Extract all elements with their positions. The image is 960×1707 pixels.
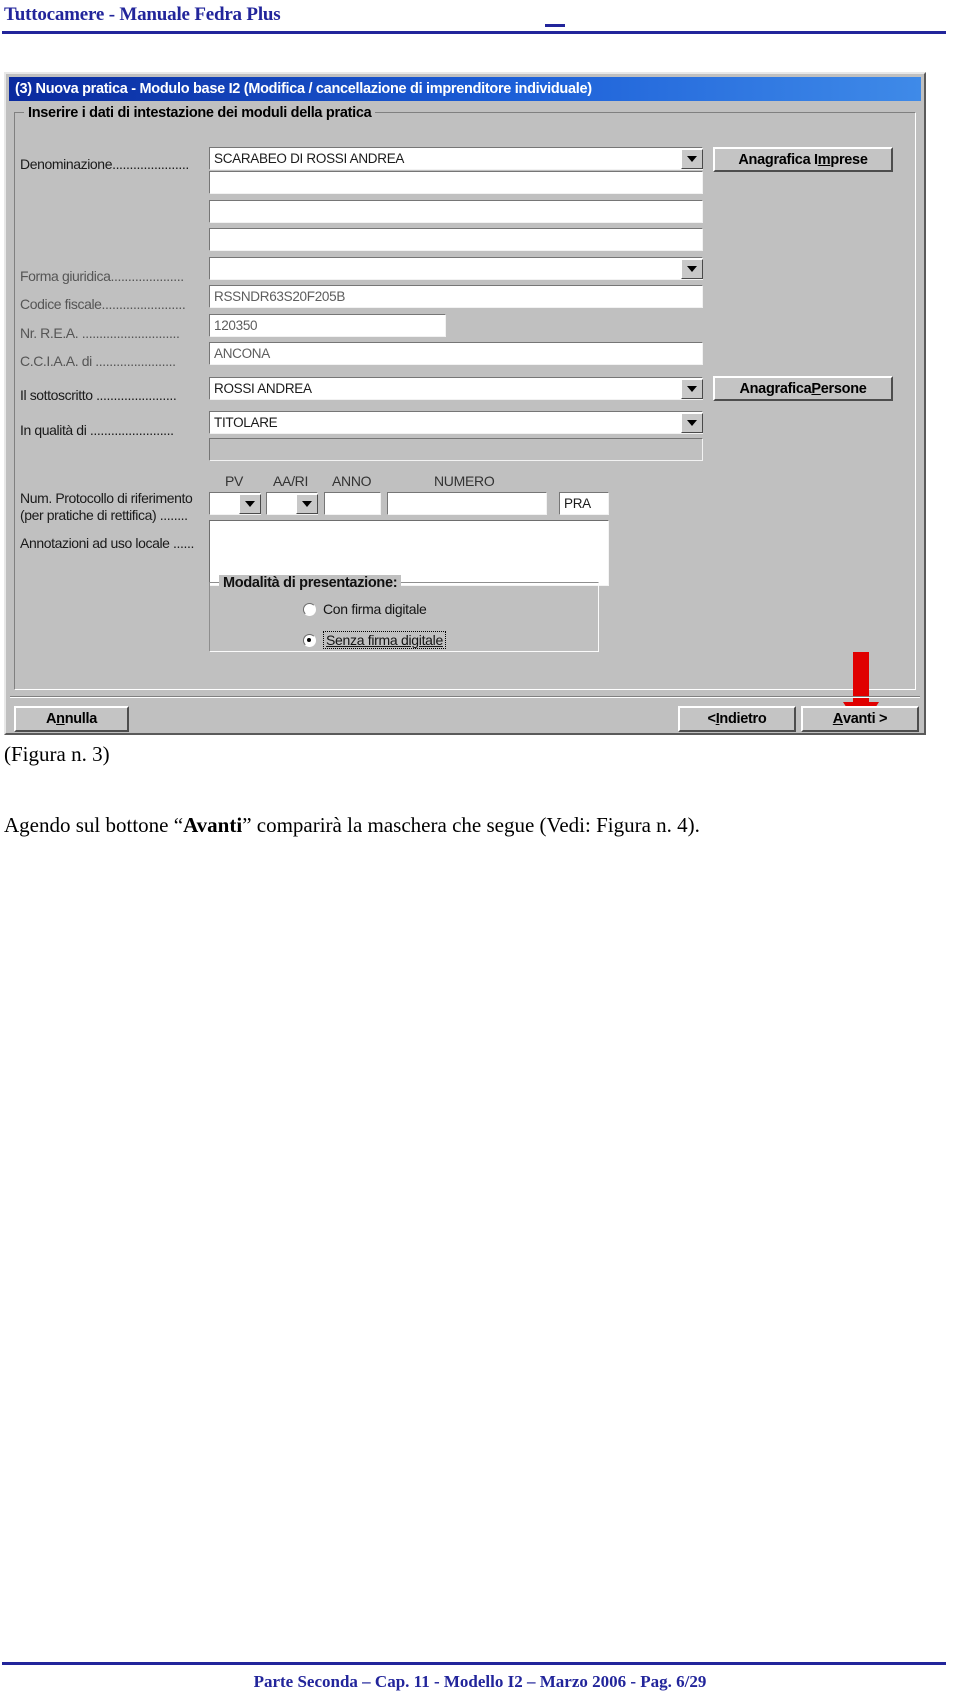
- input-protocollo-anno[interactable]: [324, 492, 381, 515]
- input-codice-fiscale[interactable]: RSSNDR63S20F205B: [209, 285, 703, 308]
- header-divider: [2, 31, 946, 34]
- label-nr-rea: Nr. R.E.A. ............................: [20, 325, 180, 341]
- label-protocollo-line2: (per pratiche di rettifica) ........: [20, 507, 188, 523]
- colhead-pv: PV: [225, 473, 244, 489]
- avanti-button[interactable]: Avanti >: [801, 706, 919, 732]
- label-protocollo-line1: Num. Protocollo di riferimento: [20, 490, 193, 506]
- body-paragraph: Agendo sul bottone “Avanti” comparirà la…: [4, 810, 940, 840]
- indietro-label-post: ndietro: [719, 711, 767, 727]
- indietro-label-pre: <: [707, 711, 716, 727]
- input-protocollo-numero[interactable]: [387, 492, 547, 515]
- avanti-accelerator: A: [832, 711, 843, 727]
- chevron-down-icon-denominazione[interactable]: [681, 149, 703, 169]
- radio-icon-senza-firma-digitale[interactable]: [303, 633, 316, 647]
- dialog-footer-divider: [10, 696, 920, 698]
- label-annotazioni: Annotazioni ad uso locale ......: [20, 535, 194, 551]
- body-paragraph-post: ” comparirà la maschera che segue (Vedi:…: [242, 813, 700, 837]
- label-sottoscritto: Il sottoscritto .......................: [20, 387, 177, 403]
- indietro-button[interactable]: < Indietro: [678, 706, 796, 732]
- chevron-down-icon-sottoscritto[interactable]: [681, 379, 703, 399]
- chevron-down-icon-aari[interactable]: [296, 494, 318, 514]
- annulla-label-pre: A: [45, 711, 57, 727]
- chevron-down-icon-qualita[interactable]: [681, 413, 703, 433]
- anagrafica-imprese-label-pre: Anagrafica I: [738, 151, 818, 168]
- radio-option-con-firma-digitale[interactable]: Con firma digitale: [303, 601, 427, 617]
- colhead-numero: NUMERO: [434, 473, 495, 489]
- fedra-dialog-window: (3) Nuova pratica - Modulo base I2 (Modi…: [4, 72, 926, 735]
- input-denominazione-line4[interactable]: [209, 228, 703, 251]
- footer-divider: [2, 1662, 946, 1665]
- intestazione-groupbox-label: Inserire i dati di intestazione dei modu…: [24, 105, 376, 121]
- input-denominazione[interactable]: SCARABEO DI ROSSI ANDREA: [209, 147, 703, 170]
- page-header: Tuttocamere - Manuale Fedra Plus: [0, 4, 960, 38]
- label-forma-giuridica: Forma giuridica.....................: [20, 268, 184, 284]
- body-paragraph-pre: Agendo sul bottone “: [4, 813, 184, 837]
- annulla-button[interactable]: An nulla: [14, 706, 129, 732]
- radio-label-con-firma-digitale: Con firma digitale: [323, 601, 427, 617]
- annulla-label-post: nulla: [64, 711, 98, 727]
- modalita-presentazione-legend: Modalità di presentazione:: [219, 575, 402, 591]
- anagrafica-persone-button[interactable]: Anagrafica Persone: [713, 376, 893, 401]
- figure-caption: (Figura n. 3): [4, 742, 110, 766]
- radio-option-senza-firma-digitale[interactable]: Senza firma digitale: [303, 631, 446, 649]
- chevron-down-icon-pv[interactable]: [239, 494, 261, 514]
- input-forma-giuridica[interactable]: [209, 257, 703, 280]
- label-denominazione: Denominazione......................: [20, 156, 189, 172]
- input-sottoscritto[interactable]: ROSSI ANDREA: [209, 377, 703, 400]
- input-qualita-line2[interactable]: [209, 438, 703, 461]
- header-tick-mark: [545, 24, 565, 27]
- input-qualita[interactable]: TITOLARE: [209, 411, 703, 434]
- colhead-aari: AA/RI: [273, 473, 309, 489]
- annulla-accelerator: n: [56, 711, 65, 727]
- input-cciaa[interactable]: ANCONA: [209, 342, 703, 365]
- colhead-anno: ANNO: [332, 473, 372, 489]
- label-codice-fiscale: Codice fiscale........................: [20, 296, 186, 312]
- anagrafica-persone-accelerator: P: [811, 380, 821, 397]
- page-footer-text: Parte Seconda – Cap. 11 - Modello I2 – M…: [253, 1672, 707, 1691]
- input-nr-rea[interactable]: 120350: [209, 314, 446, 337]
- input-denominazione-line3[interactable]: [209, 200, 703, 223]
- label-qualita: In qualità di ........................: [20, 422, 174, 438]
- anagrafica-imprese-label-post: prese: [830, 151, 868, 168]
- input-denominazione-line2[interactable]: [209, 171, 703, 194]
- chevron-down-icon-forma-giuridica[interactable]: [681, 259, 703, 279]
- input-protocollo-pra[interactable]: PRA: [559, 492, 609, 515]
- anagrafica-imprese-accelerator: m: [817, 151, 831, 168]
- radio-icon-con-firma-digitale[interactable]: [303, 602, 316, 616]
- avanti-label-post: vanti >: [842, 711, 888, 727]
- radio-label-senza-firma-digitale: Senza firma digitale: [323, 631, 446, 649]
- label-cciaa: C.C.I.A.A. di .......................: [20, 353, 176, 369]
- anagrafica-persone-label-post: ersone: [820, 380, 867, 397]
- dialog-titlebar: (3) Nuova pratica - Modulo base I2 (Modi…: [9, 77, 921, 101]
- anagrafica-imprese-button[interactable]: Anagrafica Im prese: [713, 147, 893, 172]
- anagrafica-persone-label-pre: Anagrafica: [739, 380, 812, 397]
- body-paragraph-bold: Avanti: [183, 813, 243, 837]
- page-header-title: Tuttocamere - Manuale Fedra Plus: [4, 4, 281, 25]
